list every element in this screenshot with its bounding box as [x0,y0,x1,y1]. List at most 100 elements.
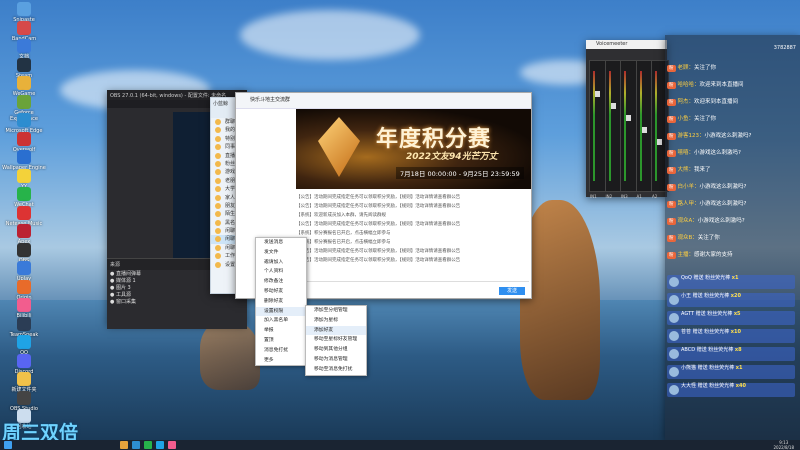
app-icon [17,372,31,386]
gift-amount: x5 [733,311,741,317]
chat-input-bar[interactable]: 发送 [296,281,529,298]
context-menu-item[interactable]: 发送消息 [256,238,306,248]
context-menu-item[interactable]: 举报 [256,326,306,336]
fader-handle[interactable] [641,127,647,133]
danmaku-text: 小游戏这么刺激吗? [694,150,741,156]
danmaku-user: 主播： [677,252,695,258]
context-submenu-item[interactable]: 添加至分组管理 [306,306,366,316]
danmaku-user: 游客123： [677,133,705,139]
viewer-count: 3782887 [773,45,796,51]
context-menu-item[interactable]: 置顶 [256,336,306,346]
fan-badge: 粉 [667,150,676,157]
danmaku-text: 小游戏这么刺激吗? [704,133,752,139]
context-menu-item[interactable]: 设置权限 [256,306,306,317]
chat-message: 【系统】积分赛报名已开启，点击横幅立即参与 [296,231,391,236]
gift-amount: x8 [734,347,742,353]
context-menu-item[interactable]: 加入黑名单 [256,316,306,326]
context-menu-item[interactable]: 消息免打扰 [256,346,306,356]
danmaku-item: 粉小鱼：关注了你 [667,116,798,123]
fan-badge: 粉 [667,82,676,89]
strip-label: IN1 [590,194,597,199]
fader-handle[interactable] [595,91,600,97]
context-submenu-item[interactable]: 移动至消息免打扰 [306,365,366,375]
context-submenu[interactable]: 添加至分组管理 添加为星标 添加好友 移动至星标好友管理 移动到其他分组 移动为消息管理移… [305,305,367,376]
danmaku-item: 粉观众A：小游戏这么刺激吗? [667,218,798,225]
start-icon[interactable] [4,441,12,449]
gift-text: 赠送 粉丝荧光棒 [692,293,731,299]
danmaku-user: 路人甲： [677,201,700,207]
app-icon [17,335,31,349]
audio-mixer-window[interactable]: Voicemeeter IN1 IN2 IN3 A1 A2 [586,40,669,199]
context-submenu-item[interactable]: 添加好友 [306,325,366,336]
danmaku-panel[interactable]: 3782887 粉老顾：关注了你粉哈哈哈：欢迎来到本直播间粉阿杰：欢迎来到本直播… [665,35,800,440]
gift-item: 苍苍 赠送 粉丝荧光棒 x10 [667,329,795,343]
app-icon [17,131,31,146]
app-icon [17,205,31,220]
clock-date: 2022/8/18 [773,445,794,450]
app-icon [17,390,31,405]
taskbar-app-icon[interactable] [144,441,152,449]
context-menu-item[interactable]: 修改备注 [256,277,306,287]
taskbar[interactable]: 9:13 2022/8/18 [0,440,800,450]
app-icon [17,76,31,90]
gift-text: 赠送 粉丝荧光棒 [695,311,734,317]
context-menu-item[interactable]: 移动好友 [256,287,306,297]
taskbar-app-icon[interactable] [132,441,140,449]
fader-handle[interactable] [657,139,662,145]
obs-title: OBS 27.0.1 (64-bit, windows) - 配置文件: 未命名 [110,92,227,99]
danmaku-item: 粉大熊：我来了 [667,167,798,174]
context-submenu-item[interactable]: 移动为消息管理 [306,355,366,365]
danmaku-item: 粉游客123：小游戏这么刺激吗? [667,133,798,140]
gift-amount: x1 [731,275,739,281]
danmaku-user: 观众A： [677,218,698,224]
context-submenu-item[interactable]: 添加为星标 [306,316,366,326]
strip-label: A2 [652,194,658,199]
app-icon [17,298,31,312]
context-menu-item[interactable]: 发文件 [256,248,306,258]
app-icon [17,20,31,35]
chat-message: 【公告】活动期间完成指定任务可以领取积分奖励，【规则】活动详情请查看群公告 [296,204,461,209]
gift-text: 赠送 粉丝荧光棒 [697,383,736,389]
context-menu[interactable]: 发送消息 发文件 邀请加入 个人资料 修改备注 移动好友 删除好友 设置权限 加入黑名单 举报 置顶… [255,237,307,367]
context-menu-item[interactable]: 更多 [256,356,306,366]
taskbar-app-icon[interactable] [156,441,164,449]
danmaku-user: 观众B： [677,235,698,241]
gift-text: 赠送 粉丝荧光棒 [697,365,736,371]
system-clock[interactable]: 9:13 2022/8/18 [773,440,794,450]
gift-user: AGTT [681,311,696,317]
gift-item: AGTT 赠送 粉丝荧光棒 x5 [667,311,795,325]
app-icon [17,168,31,183]
fader-handle[interactable] [626,115,631,121]
context-menu-item[interactable]: 邀请加入 [256,258,306,268]
context-submenu-item[interactable]: 移动至星标好友管理 [306,335,366,345]
taskbar-app-icon[interactable] [120,441,128,449]
gift-item: 小王 赠送 粉丝荧光棒 x20 [667,293,795,307]
danmaku-user: 小鱼： [677,116,695,122]
level-meter [593,71,595,181]
send-button[interactable]: 发送 [499,287,525,295]
rock-arch [520,200,600,400]
gift-user: 苍苍 [681,329,693,335]
qq-username: 小蓝鲸 [213,101,229,107]
event-banner[interactable]: 年度积分赛 2022文友94光芒万丈 7月18日 00:00:00 - 9月25… [296,109,531,189]
context-submenu-item[interactable]: 移动到其他分组 [306,345,366,355]
fan-badge: 粉 [667,133,676,140]
gift-user: 小熊猫 [681,365,698,371]
context-menu-item[interactable]: 个人资料 [256,267,306,277]
chat-message: 【公告】活动期间完成指定任务可以领取积分奖励，【规则】活动详情请查看群公告 [296,222,461,227]
danmaku-text: 我来了 [694,167,711,173]
strip-label: A1 [636,194,642,199]
message-list: 【公告】活动期间完成指定任务可以领取积分奖励，【规则】活动详情请查看群公告 【公告… [296,193,526,265]
fader-handle[interactable] [610,103,616,109]
danmaku-item: 粉老顾：关注了你 [667,65,798,72]
app-icon [17,2,31,16]
source-item[interactable]: ● 窗口采集 [110,299,244,306]
danmaku-user: 老顾： [677,65,695,71]
fan-badge: 粉 [667,116,676,123]
danmaku-user: 哈哈哈： [677,82,700,88]
taskbar-app-icon[interactable] [168,441,176,449]
gift-item: QoQ 赠送 粉丝荧光棒 x1 [667,275,795,289]
context-menu-item[interactable]: 删除好友 [256,297,306,307]
danmaku-text: 关注了你 [694,65,717,71]
gift-amount: x10 [730,329,741,335]
